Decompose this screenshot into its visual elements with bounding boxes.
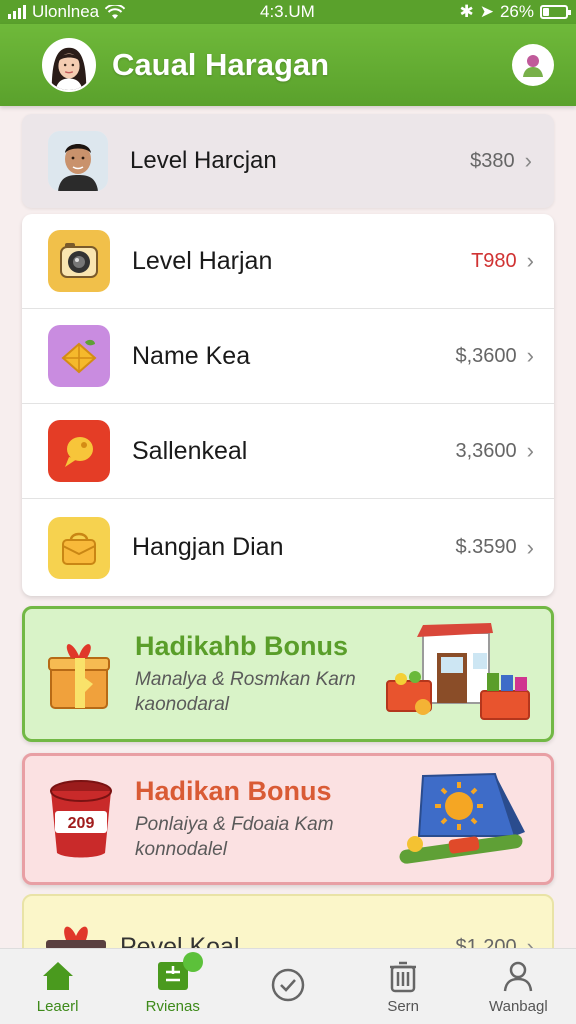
app-header: Caual Haragan: [0, 24, 576, 106]
user-badge-icon: [523, 55, 543, 77]
bottom-nav: Leaerl Rvienas Sern Wanbagl: [0, 948, 576, 1024]
top-card-value: $380: [470, 149, 515, 172]
gift-box-icon: [48, 644, 110, 709]
bonus-title: Hadikan Bonus: [135, 775, 332, 806]
list-item-label: Sallenkeal: [132, 436, 248, 465]
man-avatar-icon: [48, 131, 108, 191]
profile-photo: [48, 131, 108, 191]
bonus-subtitle: Ponlaiya & Fdoaia Kam: [135, 813, 334, 835]
chevron-right-icon: ›: [526, 248, 534, 273]
nav-label: Rvienas: [145, 998, 200, 1015]
carrier-name: Ulonlnea: [32, 2, 100, 21]
bag-icon: [48, 516, 110, 579]
nav-label: Wanbagl: [489, 998, 548, 1015]
shop-house-icon: [386, 623, 530, 720]
nav-profile[interactable]: Wanbagl: [468, 958, 568, 1015]
list-item[interactable]: Name Kea $,3600 ›: [22, 309, 554, 404]
status-time: 4:3.UM: [260, 2, 315, 21]
list-item-label: Name Kea: [132, 341, 251, 370]
grid-icon: [155, 952, 203, 994]
chevron-right-icon: ›: [526, 343, 534, 368]
user-icon: [500, 958, 536, 994]
chevron-right-icon: ›: [524, 148, 532, 173]
bucket-icon: 209: [50, 780, 112, 858]
status-bar: Ulonlnea 4:3.UM ✱ ➤ 26%: [0, 0, 576, 24]
wifi-icon: [105, 4, 126, 19]
nav-label: Sern: [387, 998, 419, 1015]
list-item[interactable]: Level Harjan T980 ›: [22, 214, 554, 309]
nav-label: Leaerl: [36, 998, 79, 1015]
level-summary-card[interactable]: Level Harcjan $380 ›: [22, 114, 554, 208]
list-item-value: $.3590: [455, 536, 517, 558]
list-item-label: Level Harjan: [132, 246, 273, 275]
level-list: Level Harjan T980 › Name Kea $,3600 › Sa…: [22, 214, 554, 596]
camera-icon: [48, 230, 110, 292]
home-icon: [40, 958, 76, 994]
fruit-icon: [48, 325, 110, 387]
sun-tent-icon: [399, 772, 525, 864]
bluetooth-icon: ✱: [459, 2, 474, 21]
avatar[interactable]: [42, 38, 96, 92]
status-right: ✱ ➤ 26%: [459, 2, 571, 22]
bin-icon: [385, 958, 421, 994]
bonus-subtitle: Manalya & Rosmkan Karn: [135, 668, 356, 690]
woman-avatar-icon: [44, 40, 94, 90]
list-item[interactable]: Hangjan Dian $.3590 ›: [22, 499, 554, 596]
profile-button[interactable]: [512, 44, 554, 86]
bonus-banner-green[interactable]: Hadikahb Bonus Manalya & Rosmkan Karn ka…: [22, 606, 554, 742]
nav-grid[interactable]: Rvienas: [123, 952, 223, 1015]
battery-icon: [540, 5, 571, 19]
list-item[interactable]: Sallenkeal 3,3600 ›: [22, 404, 554, 499]
nav-bin[interactable]: Sern: [353, 958, 453, 1015]
nav-check[interactable]: [238, 967, 338, 1007]
chevron-right-icon: ›: [526, 438, 534, 463]
chat-icon: [48, 420, 110, 482]
bonus-banner-pink[interactable]: 209 Hadikan Bonus Ponlaiya & Fdoaia Kam …: [22, 753, 554, 885]
list-item-value: 3,3600: [455, 439, 517, 462]
bonus-text: Hadikahb Bonus Manalya & Rosmkan Karn ka…: [135, 631, 383, 717]
bonus-text: Hadikan Bonus Ponlaiya & Fdoaia Kam konn…: [135, 776, 393, 862]
bonus-subtitle-2: konnodalel: [135, 838, 227, 860]
location-icon: ➤: [479, 2, 494, 21]
bucket-label: 209: [68, 815, 95, 832]
list-item-value: $,3600: [455, 344, 517, 367]
check-circle-icon: [270, 967, 306, 1003]
list-item-label: Hangjan Dian: [132, 533, 284, 561]
list-item-value: T980: [471, 249, 517, 272]
page-title: Caual Haragan: [112, 47, 330, 82]
chevron-right-icon: ›: [526, 534, 534, 560]
top-card-label: Level Harcjan: [130, 147, 277, 174]
bonus-title: Hadikahb Bonus: [135, 630, 349, 661]
battery-percent: 26%: [499, 2, 534, 21]
nav-home[interactable]: Leaerl: [8, 958, 108, 1015]
bonus-subtitle-2: kaonodaral: [135, 693, 230, 715]
signal-icon: [8, 5, 26, 19]
notification-dot: [182, 952, 203, 972]
status-left: Ulonlnea: [8, 2, 126, 22]
